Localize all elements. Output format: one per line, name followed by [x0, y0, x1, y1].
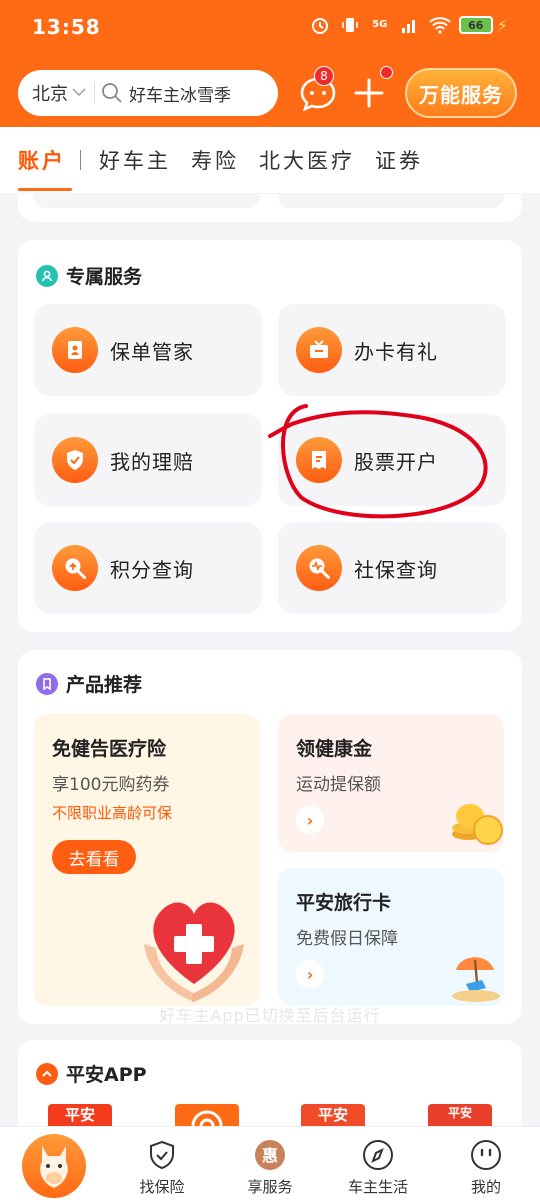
city-selector[interactable]: 北京 [32, 80, 68, 106]
product-recommend-header: 产品推荐 [36, 670, 142, 697]
nav-label: 我的 [470, 1178, 501, 1196]
bookmark-circle-icon [36, 672, 58, 695]
super-service-button[interactable]: 万能服务 [405, 68, 517, 118]
smiley-icon [471, 1140, 501, 1170]
hui-icon: 惠 [255, 1140, 285, 1170]
pingan-target-app-logo[interactable] [175, 1104, 239, 1126]
nav-enjoy-service[interactable]: 惠 享服务 [230, 1138, 310, 1197]
horse-mascot-icon [40, 1146, 68, 1188]
target-icon [191, 1110, 223, 1126]
service-label: 我的理赔 [110, 449, 194, 474]
product-subtitle: 运动提保额 [296, 775, 381, 795]
active-tab-indicator [18, 188, 72, 191]
search-input[interactable]: 好车主冰雪季 [129, 81, 247, 106]
exclusive-services-card: 专属服务 保单管家 办卡有礼 我的理赔 股票开户 积分查询 社保查询 [18, 240, 522, 632]
shield-check-icon [52, 437, 98, 483]
heart-hands-icon [144, 902, 244, 1002]
chevron-up-icon [36, 1062, 58, 1085]
nav-mine[interactable]: 我的 [446, 1138, 526, 1197]
previous-card-item [278, 194, 504, 208]
service-policy-manager[interactable]: 保单管家 [34, 304, 262, 396]
nav-label: 找保险 [139, 1178, 185, 1196]
alarm-icon [309, 14, 331, 36]
policy-icon [52, 327, 98, 373]
gold-coins-icon [452, 804, 503, 845]
tab-securities[interactable]: 证券 [375, 145, 423, 175]
chevron-right-icon[interactable]: › [296, 806, 324, 834]
tab-haochezhu[interactable]: 好车主 [99, 145, 171, 175]
pingan-app-logo[interactable]: 平安 [301, 1104, 365, 1126]
product-health-fund[interactable]: 领健康金 运动提保额 › [278, 714, 504, 852]
product-recommend-card: 产品推荐 免健告医疗险 享100元购药券 不限职业高龄可保 去看看 领健康金 运… [18, 650, 522, 1024]
battery-icon: 66 [458, 16, 493, 34]
status-icons: 5G 66 ⚡ [309, 14, 508, 36]
product-featured[interactable]: 免健告医疗险 享100元购药券 不限职业高龄可保 去看看 [34, 714, 260, 1006]
service-points-query[interactable]: 积分查询 [34, 522, 262, 614]
nav-car-life[interactable]: 车主生活 [338, 1138, 418, 1197]
person-circle-icon [36, 264, 58, 287]
plus-icon[interactable] [352, 76, 386, 110]
network-type: 5G [372, 19, 388, 30]
points-search-icon [52, 545, 98, 591]
top-tabs: 账户 好车主 寿险 北大医疗 证券 [0, 127, 540, 193]
beach-umbrella-icon [452, 957, 500, 1002]
background-toast: 好车主App已切换至后台运行 [159, 1006, 381, 1025]
vibrate-icon [339, 14, 361, 36]
section-title: 平安APP [66, 1064, 147, 1086]
status-bar: 13:58 5G 66 ⚡ [0, 0, 540, 56]
nav-label: 享服务 [247, 1178, 293, 1196]
status-time: 13:58 [32, 15, 101, 39]
service-card-gift[interactable]: 办卡有礼 [278, 304, 506, 396]
cell-signal-icon [399, 14, 421, 36]
service-label: 社保查询 [354, 557, 438, 582]
service-stock-account[interactable]: 股票开户 [278, 414, 506, 506]
product-tag: 不限职业高龄可保 [52, 804, 173, 822]
product-subtitle: 享100元购药券 [52, 775, 170, 795]
tab-life-insurance[interactable]: 寿险 [191, 145, 239, 175]
product-title: 平安旅行卡 [296, 892, 392, 914]
add-button[interactable] [352, 76, 386, 110]
product-subtitle: 免费假日保障 [296, 929, 398, 949]
compass-icon [363, 1140, 393, 1170]
service-label: 积分查询 [110, 557, 194, 582]
service-label: 股票开户 [354, 449, 438, 474]
receipt-icon [296, 437, 342, 483]
pingan-app-logo[interactable]: 平安 [48, 1104, 112, 1126]
section-title: 专属服务 [66, 266, 143, 288]
service-social-security[interactable]: 社保查询 [278, 522, 506, 614]
message-badge: 8 [314, 66, 334, 86]
go-see-button[interactable]: 去看看 [52, 840, 136, 874]
tab-divider [80, 150, 81, 170]
nav-find-insurance[interactable]: 找保险 [122, 1138, 202, 1197]
signal-icon: 5G [369, 14, 391, 36]
pingan-app-logo[interactable]: 平安 [428, 1104, 492, 1126]
tab-account[interactable]: 账户 [18, 145, 66, 175]
pingan-apps-header: 平安APP [36, 1060, 147, 1087]
product-title: 免健告医疗险 [52, 738, 167, 760]
previous-card-edge [18, 194, 522, 222]
home-mascot-button[interactable] [22, 1134, 86, 1198]
nav-label: 车主生活 [347, 1178, 408, 1196]
svg-text:惠: 惠 [262, 1146, 278, 1165]
previous-card-item [34, 194, 260, 208]
social-security-icon [296, 545, 342, 591]
charging-icon: ⚡ [496, 15, 508, 35]
chevron-right-icon[interactable]: › [296, 960, 324, 988]
wifi-icon [429, 14, 451, 36]
chevron-down-icon[interactable] [72, 86, 86, 101]
product-title: 领健康金 [296, 738, 373, 760]
tab-pku-medical[interactable]: 北大医疗 [259, 145, 355, 175]
search-divider [94, 82, 95, 104]
service-my-claims[interactable]: 我的理赔 [34, 414, 262, 506]
section-title: 产品推荐 [66, 674, 143, 696]
search-bar[interactable]: 北京 好车主冰雪季 [18, 70, 278, 116]
service-label: 保单管家 [110, 339, 194, 364]
tv-gift-icon [296, 327, 342, 373]
shield-icon [150, 1140, 174, 1170]
product-travel-card[interactable]: 平安旅行卡 免费假日保障 › [278, 868, 504, 1006]
exclusive-services-header: 专属服务 [36, 262, 142, 289]
search-icon [101, 82, 123, 104]
notification-dot [380, 66, 393, 79]
service-label: 办卡有礼 [354, 339, 438, 364]
